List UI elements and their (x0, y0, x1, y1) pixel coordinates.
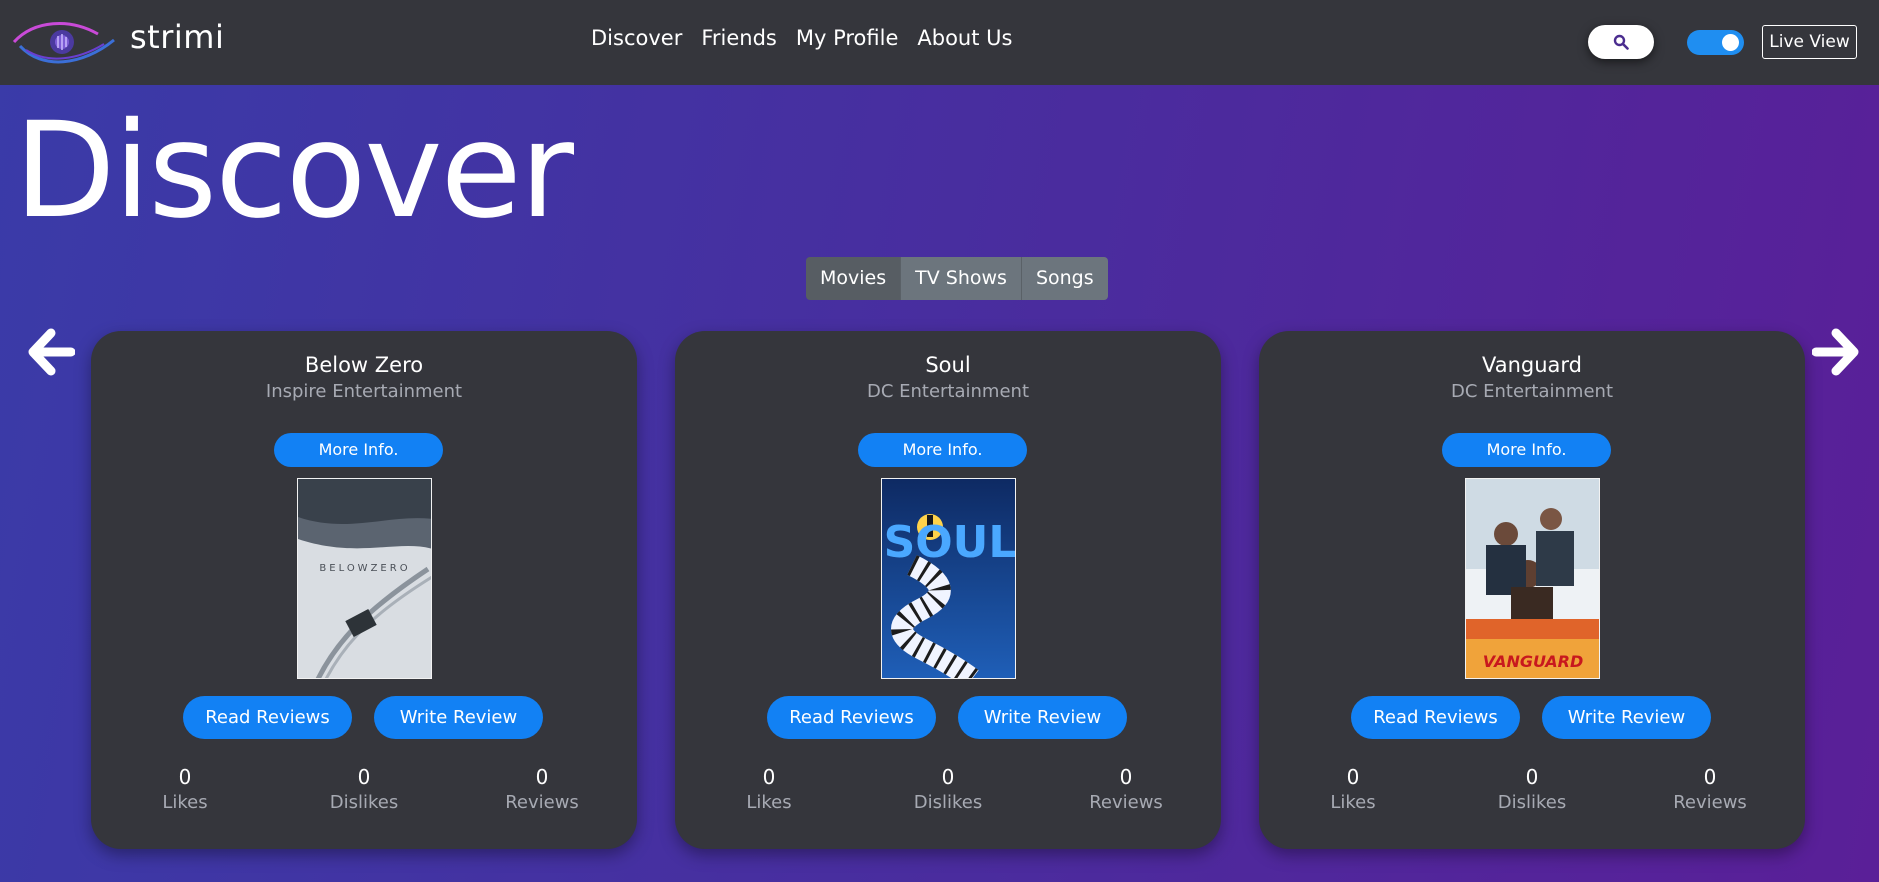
dislikes-count: 0 (357, 765, 371, 789)
movie-title: Below Zero (304, 353, 424, 377)
read-reviews-button[interactable]: Read Reviews (1351, 696, 1520, 739)
reviews-label: Reviews (1089, 792, 1163, 813)
dislikes-stat: 0 Dislikes (304, 765, 424, 815)
tab-songs[interactable]: Songs (1020, 257, 1108, 300)
likes-count: 0 (762, 765, 776, 789)
likes-stat: 0 Likes (1293, 765, 1413, 815)
dislikes-stat: 0 Dislikes (888, 765, 1008, 815)
dislikes-count: 0 (1525, 765, 1539, 789)
nav-discover[interactable]: Discover (591, 26, 682, 50)
likes-count: 0 (178, 765, 192, 789)
more-info-button[interactable]: More Info. (274, 433, 443, 467)
movie-poster[interactable]: SOUL (881, 478, 1016, 679)
likes-count: 0 (1346, 765, 1360, 789)
toggle-knob (1722, 34, 1739, 51)
dislikes-label: Dislikes (329, 792, 399, 813)
movie-title: Soul (925, 353, 971, 377)
dislikes-count: 0 (941, 765, 955, 789)
read-reviews-button[interactable]: Read Reviews (183, 696, 352, 739)
dislikes-label: Dislikes (1497, 792, 1567, 813)
eye-logo-icon[interactable] (12, 16, 116, 68)
read-reviews-button[interactable]: Read Reviews (767, 696, 936, 739)
movie-card: Soul DC Entertainment More Info. SOUL Re… (675, 331, 1221, 849)
search-icon (1613, 34, 1629, 50)
brand-name[interactable]: strimi (130, 18, 224, 56)
likes-stat: 0 Likes (709, 765, 829, 815)
page-title: Discover (14, 94, 574, 248)
write-review-button[interactable]: Write Review (1542, 696, 1711, 739)
category-tabs: Movies TV Shows Songs (806, 257, 1108, 300)
likes-label: Likes (1330, 792, 1376, 813)
live-view-button[interactable]: Live View (1762, 25, 1857, 59)
movie-card: Below Zero Inspire Entertainment More In… (91, 331, 637, 849)
movie-poster[interactable]: VANGUARD (1465, 478, 1600, 679)
reviews-count: 0 (1119, 765, 1133, 789)
live-view-toggle[interactable] (1687, 30, 1744, 55)
likes-label: Likes (162, 792, 208, 813)
write-review-button[interactable]: Write Review (958, 696, 1127, 739)
write-review-button[interactable]: Write Review (374, 696, 543, 739)
poster-title-text: VANGUARD (1483, 652, 1583, 671)
poster-title-text: BELOWZERO (319, 563, 410, 574)
nav-my-profile[interactable]: My Profile (796, 26, 899, 50)
nav-about-us[interactable]: About Us (917, 26, 1012, 50)
reviews-label: Reviews (505, 792, 579, 813)
reviews-label: Reviews (1673, 792, 1747, 813)
arrow-right-icon[interactable] (1812, 327, 1860, 377)
tab-movies[interactable]: Movies (806, 257, 901, 300)
arrow-left-icon[interactable] (27, 327, 75, 377)
movie-poster[interactable]: BELOWZERO (297, 478, 432, 679)
search-button[interactable] (1588, 25, 1654, 59)
tab-tv-shows[interactable]: TV Shows (900, 257, 1021, 300)
reviews-stat: 0 Reviews (482, 765, 602, 815)
more-info-button[interactable]: More Info. (1442, 433, 1611, 467)
dislikes-label: Dislikes (913, 792, 983, 813)
dislikes-stat: 0 Dislikes (1472, 765, 1592, 815)
top-navbar: strimi Discover Friends My Profile About… (0, 0, 1879, 85)
reviews-stat: 0 Reviews (1650, 765, 1770, 815)
main-nav: Discover Friends My Profile About Us (591, 26, 1031, 50)
reviews-count: 0 (535, 765, 549, 789)
likes-label: Likes (746, 792, 792, 813)
reviews-count: 0 (1703, 765, 1717, 789)
reviews-stat: 0 Reviews (1066, 765, 1186, 815)
movie-studio: Inspire Entertainment (265, 381, 463, 402)
nav-friends[interactable]: Friends (701, 26, 777, 50)
movie-studio: DC Entertainment (866, 381, 1030, 402)
likes-stat: 0 Likes (125, 765, 245, 815)
poster-title-text: SOUL (884, 517, 1016, 568)
movie-card: Vanguard DC Entertainment More Info. VAN… (1259, 331, 1805, 849)
movie-studio: DC Entertainment (1450, 381, 1614, 402)
movie-title: Vanguard (1481, 353, 1583, 377)
more-info-button[interactable]: More Info. (858, 433, 1027, 467)
